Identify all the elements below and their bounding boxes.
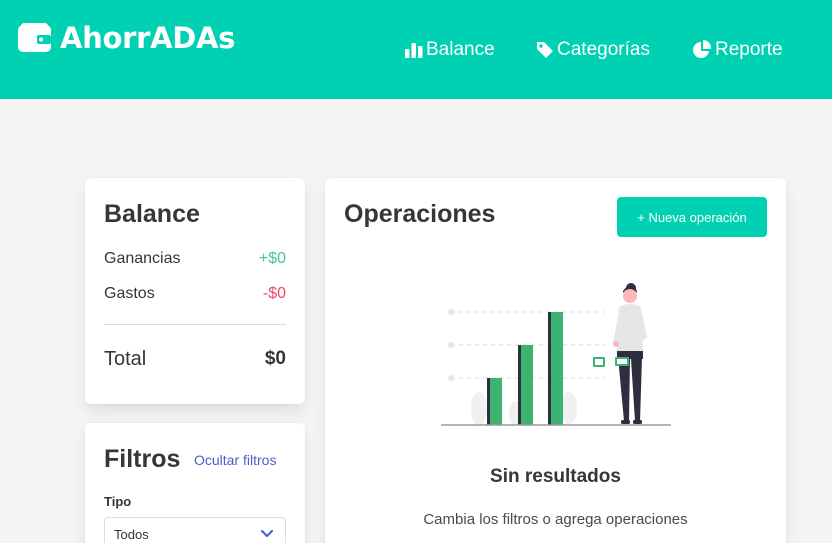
total-value: $0 bbox=[264, 348, 286, 369]
balance-title: Balance bbox=[104, 200, 200, 228]
income-value: +$0 bbox=[258, 250, 286, 267]
nav-item-label: Balance bbox=[426, 39, 495, 60]
filters-card: Filtros Ocultar filtros Tipo Todos bbox=[85, 423, 305, 543]
expense-value: -$0 bbox=[262, 285, 286, 302]
income-row: Ganancias +$0 bbox=[104, 249, 286, 269]
nav-item-label: Categorías bbox=[557, 39, 650, 60]
expense-label: Gastos bbox=[104, 285, 155, 302]
brand-title: AhorrADAs bbox=[60, 21, 236, 55]
top-navbar: AhorrADAs Balance Categorías Reporte bbox=[0, 0, 832, 99]
chevron-down-icon bbox=[261, 530, 273, 537]
total-row: Total $0 bbox=[104, 348, 286, 370]
balance-divider bbox=[104, 324, 286, 325]
nav-item-label: Reporte bbox=[715, 39, 783, 60]
type-filter-label: Tipo bbox=[104, 494, 132, 509]
illustration-bars bbox=[487, 312, 563, 425]
tag-icon bbox=[537, 42, 553, 58]
type-filter-value: Todos bbox=[114, 526, 149, 542]
pie-chart-icon bbox=[693, 40, 712, 58]
balance-card: Balance Ganancias +$0 Gastos -$0 Total $… bbox=[85, 178, 305, 404]
total-label: Total bbox=[104, 348, 147, 370]
empty-state-illustration bbox=[441, 283, 671, 426]
operations-card: Operaciones + Nueva operación Sin result… bbox=[325, 178, 786, 543]
wallet-icon bbox=[18, 23, 51, 52]
hide-filters-link[interactable]: Ocultar filtros bbox=[194, 452, 276, 468]
empty-state-subtitle: Cambia los filtros o agrega operaciones bbox=[423, 511, 688, 528]
cash-note bbox=[593, 357, 629, 367]
income-label: Ganancias bbox=[104, 250, 181, 267]
expense-row: Gastos -$0 bbox=[104, 284, 286, 304]
nav-item-reporte[interactable]: Reporte bbox=[692, 38, 783, 62]
new-operation-button[interactable]: + Nueva operación bbox=[617, 197, 767, 237]
type-filter-select[interactable]: Todos bbox=[104, 517, 286, 543]
filters-title: Filtros bbox=[104, 445, 181, 473]
empty-state-title: Sin resultados bbox=[490, 466, 621, 487]
nav-item-balance[interactable]: Balance bbox=[405, 38, 495, 62]
chart-bar-icon bbox=[405, 43, 423, 58]
operations-title: Operaciones bbox=[344, 200, 496, 228]
brand-logo[interactable]: AhorrADAs bbox=[18, 20, 235, 56]
person-figure bbox=[613, 283, 647, 424]
nav-item-categorias[interactable]: Categorías bbox=[536, 38, 650, 62]
